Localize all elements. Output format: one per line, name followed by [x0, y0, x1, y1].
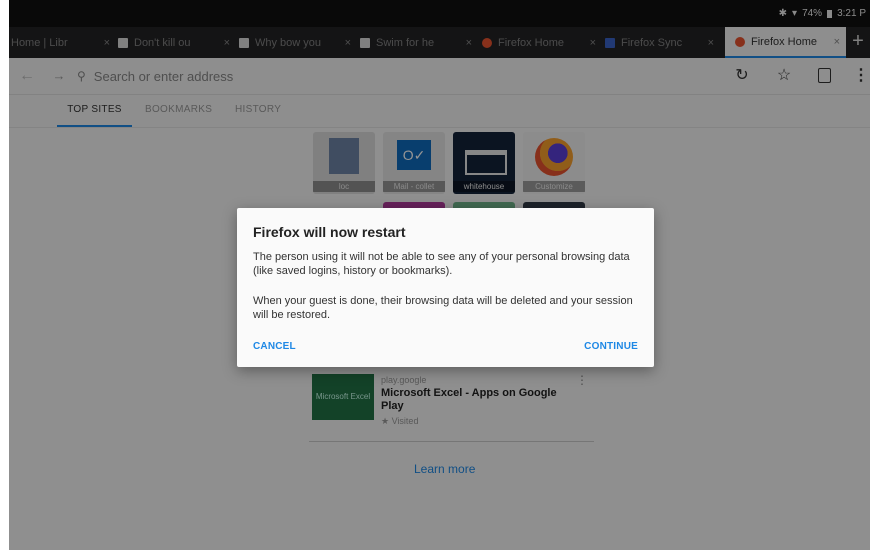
restart-dialog: Firefox will now restart The person usin…	[237, 208, 654, 367]
dialog-title: Firefox will now restart	[253, 224, 406, 240]
cancel-button[interactable]: CANCEL	[253, 341, 296, 352]
browser-window: ✱ ▾ 74% 3:21 P Home | Libr × Don't kill …	[9, 0, 870, 550]
dialog-message: When your guest is done, their browsing …	[253, 295, 633, 321]
continue-button[interactable]: CONTINUE	[584, 341, 638, 352]
dialog-message: The person using it will not be able to …	[253, 251, 630, 277]
